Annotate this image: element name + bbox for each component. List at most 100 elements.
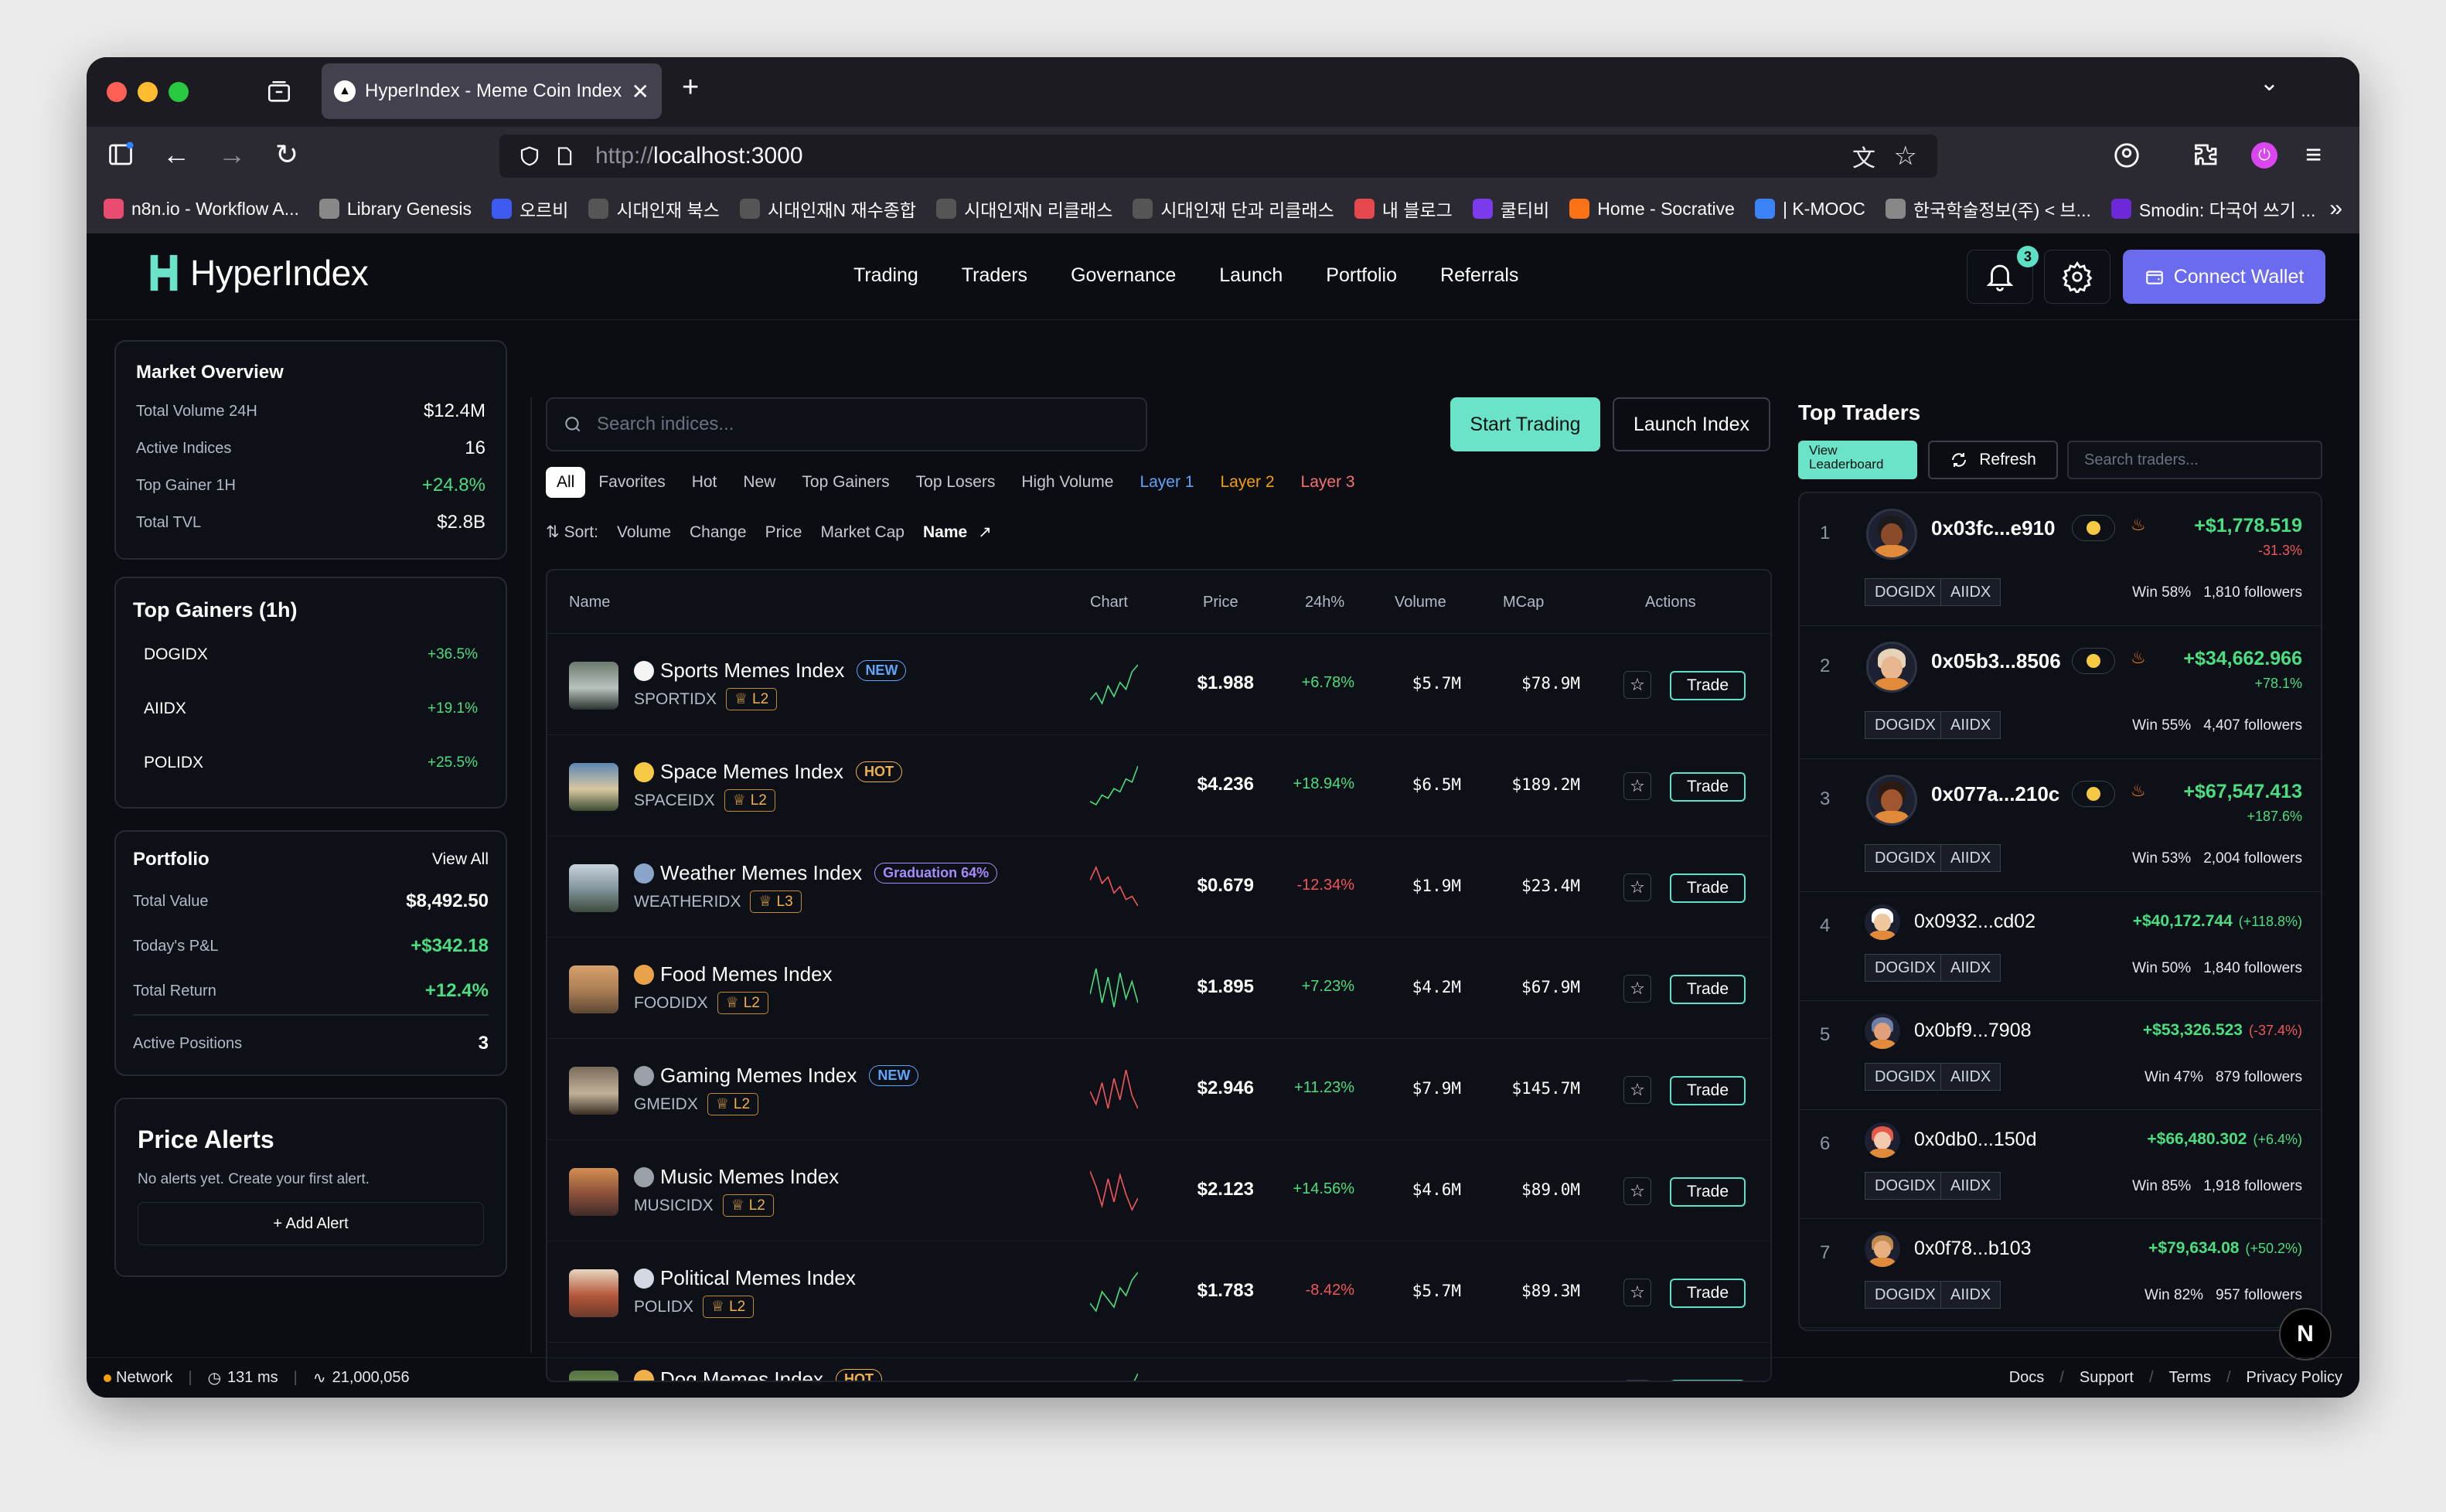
trader-row[interactable]: 3 0x077a...210c ♨ +$67,547.413 +187.6% DOGIDX… bbox=[1800, 759, 2321, 892]
filter-hot[interactable]: Hot bbox=[679, 467, 731, 498]
view-all-link[interactable]: View All bbox=[432, 850, 489, 869]
favorite-star-button[interactable]: ☆ bbox=[1623, 772, 1651, 800]
bookmark-item[interactable]: Library Genesis bbox=[319, 199, 472, 220]
account-icon[interactable] bbox=[2112, 141, 2141, 170]
favorite-star-button[interactable]: ☆ bbox=[1623, 671, 1651, 699]
gainer-row[interactable]: DOGIDX +36.5% bbox=[133, 645, 489, 664]
table-row[interactable]: Sports Memes Index NEW SPORTIDX ♕ L2 $1.988 +6… bbox=[547, 634, 1770, 735]
bookmark-star-icon[interactable]: ☆ bbox=[1894, 141, 1917, 172]
bookmark-item[interactable]: 내 블로그 bbox=[1354, 196, 1453, 222]
footer-link-support[interactable]: Support bbox=[2080, 1369, 2134, 1387]
filter-layer-2[interactable]: Layer 2 bbox=[1208, 467, 1288, 498]
favorite-star-button[interactable]: ☆ bbox=[1623, 873, 1651, 901]
page-info-icon[interactable] bbox=[554, 145, 575, 168]
back-arrow-icon[interactable]: ← bbox=[162, 138, 190, 172]
filter-layer-1[interactable]: Layer 1 bbox=[1126, 467, 1207, 498]
close-tab-icon[interactable]: ✕ bbox=[632, 79, 649, 104]
view-leaderboard-button[interactable]: View Leaderboard bbox=[1798, 441, 1917, 479]
logo[interactable]: HyperIndex bbox=[145, 252, 369, 294]
gainer-row[interactable]: POLIDX +25.5% bbox=[133, 754, 489, 772]
trader-row[interactable]: 1 0x03fc...e910 ♨ +$1,778.519 -31.3% DOGIDX AI… bbox=[1800, 493, 2321, 626]
new-tab-button[interactable]: + bbox=[682, 71, 699, 104]
profile-extension-icon[interactable]: ⏻ bbox=[2251, 142, 2277, 169]
bookmark-item[interactable]: 한국학술정보(주) < 브... bbox=[1885, 196, 2091, 222]
launch-index-button[interactable]: Launch Index bbox=[1613, 397, 1770, 451]
filter-new[interactable]: New bbox=[730, 467, 789, 498]
trade-button[interactable]: Trade bbox=[1670, 975, 1746, 1004]
filter-favorites[interactable]: Favorites bbox=[585, 467, 678, 498]
table-row[interactable]: Food Memes Index FOODIDX ♕ L2 $1.895 +7.23% $4… bbox=[547, 938, 1770, 1039]
sort-market-cap[interactable]: Market Cap bbox=[820, 523, 904, 542]
trader-row[interactable]: 4 0x0932...cd02 +$40,172.744 (+118.8%) DOGID… bbox=[1800, 892, 2321, 1001]
sort-price[interactable]: Price bbox=[765, 523, 802, 542]
trade-button[interactable]: Trade bbox=[1670, 772, 1746, 802]
minimize-window-button[interactable] bbox=[138, 82, 158, 102]
filter-top-gainers[interactable]: Top Gainers bbox=[789, 467, 902, 498]
nav-trading[interactable]: Trading bbox=[853, 264, 918, 287]
bookmark-item[interactable]: n8n.io - Workflow A... bbox=[104, 199, 299, 220]
forward-arrow-icon[interactable]: → bbox=[218, 138, 246, 172]
filter-high-volume[interactable]: High Volume bbox=[1008, 467, 1126, 498]
favorite-star-button[interactable]: ☆ bbox=[1623, 1177, 1651, 1205]
footer-link-privacy-policy[interactable]: Privacy Policy bbox=[2247, 1369, 2342, 1387]
trader-row[interactable]: 2 0x05b3...8506 ♨ +$34,662.966 +78.1% DOGIDX A… bbox=[1800, 626, 2321, 759]
browser-tab[interactable]: ▲ HyperIndex - Meme Coin Index ✕ bbox=[322, 63, 662, 119]
trade-button[interactable]: Trade bbox=[1670, 1177, 1746, 1207]
bookmark-item[interactable]: 시대인재 단과 리클래스 bbox=[1133, 196, 1334, 222]
table-row[interactable]: Gaming Memes Index NEW GMEIDX ♕ L2 $2.946 +11.… bbox=[547, 1039, 1770, 1140]
favorite-star-button[interactable]: ☆ bbox=[1623, 1279, 1651, 1306]
table-row[interactable]: Political Memes Index POLIDX ♕ L2 $1.783 -8.4… bbox=[547, 1241, 1770, 1343]
table-row[interactable]: Music Memes Index MUSICIDX ♕ L2 $2.123 +14.56… bbox=[547, 1140, 1770, 1241]
reload-icon[interactable]: ↻ bbox=[275, 138, 298, 172]
next-devtools-button[interactable]: N bbox=[2279, 1308, 2332, 1360]
filter-all[interactable]: All bbox=[546, 467, 586, 498]
translate-icon[interactable]: 文 bbox=[1852, 139, 1875, 173]
footer-link-docs[interactable]: Docs bbox=[2009, 1369, 2045, 1387]
favorite-star-button[interactable]: ☆ bbox=[1623, 975, 1651, 1003]
add-alert-button[interactable]: + Add Alert bbox=[138, 1202, 484, 1245]
trade-button[interactable]: Trade bbox=[1670, 873, 1746, 903]
bookmark-item[interactable]: | K-MOOC bbox=[1754, 199, 1865, 220]
nav-governance[interactable]: Governance bbox=[1071, 264, 1176, 287]
nav-referrals[interactable]: Referrals bbox=[1440, 264, 1518, 287]
nav-launch[interactable]: Launch bbox=[1219, 264, 1283, 287]
gainer-row[interactable]: AIIDX +19.1% bbox=[133, 700, 489, 718]
filter-layer-3[interactable]: Layer 3 bbox=[1288, 467, 1368, 498]
bookmark-item[interactable]: Home - Socrative bbox=[1569, 199, 1735, 220]
notifications-button[interactable]: 3 bbox=[1967, 246, 2039, 304]
footer-link-terms[interactable]: Terms bbox=[2169, 1369, 2211, 1387]
close-window-button[interactable] bbox=[107, 82, 127, 102]
bookmark-item[interactable]: 시대인재 북스 bbox=[588, 196, 720, 222]
start-trading-button[interactable]: Start Trading bbox=[1450, 397, 1600, 451]
shield-icon[interactable] bbox=[518, 145, 541, 168]
nav-portfolio[interactable]: Portfolio bbox=[1326, 264, 1397, 287]
bookmark-item[interactable]: Smodin: 다국어 쓰기 ... bbox=[2110, 196, 2315, 222]
trade-button[interactable]: Trade bbox=[1670, 671, 1746, 700]
trader-row[interactable]: 7 0x0f78...b103 +$79,634.08 (+50.2%) DOGIDX A… bbox=[1800, 1219, 2321, 1328]
trade-button[interactable]: Trade bbox=[1670, 1076, 1746, 1105]
trader-row[interactable]: 6 0x0db0...150d +$66,480.302 (+6.4%) DOGIDX A… bbox=[1800, 1110, 2321, 1219]
table-row[interactable]: Weather Memes Index Graduation 64% WEATHER… bbox=[547, 836, 1770, 938]
refresh-button[interactable]: Refresh bbox=[1928, 441, 2058, 479]
trade-button[interactable]: Trade bbox=[1670, 1279, 1746, 1308]
bookmark-item[interactable]: 쿨티비 bbox=[1472, 196, 1549, 222]
chevron-down-icon[interactable]: ⌄ bbox=[2260, 70, 2279, 97]
bookmark-item[interactable]: 시대인재N 재수종합 bbox=[739, 196, 916, 222]
bookmark-item[interactable]: 오르비 bbox=[491, 196, 568, 222]
sort-name[interactable]: Name bbox=[923, 523, 967, 542]
table-row[interactable]: Space Memes Index HOT SPACEIDX ♕ L2 $4.236 +18… bbox=[547, 735, 1770, 836]
more-bookmarks-icon[interactable]: » bbox=[2329, 196, 2342, 222]
nav-traders[interactable]: Traders bbox=[962, 264, 1027, 287]
bookmark-item[interactable]: 시대인재N 리클래스 bbox=[936, 196, 1112, 222]
filter-top-losers[interactable]: Top Losers bbox=[903, 467, 1009, 498]
extensions-icon[interactable] bbox=[2192, 141, 2220, 169]
tab-list-icon[interactable] bbox=[266, 79, 292, 105]
hamburger-menu-icon[interactable]: ≡ bbox=[2305, 138, 2322, 172]
search-indices-input[interactable]: Search indices... bbox=[546, 397, 1147, 451]
maximize-window-button[interactable] bbox=[169, 82, 189, 102]
settings-button[interactable] bbox=[2044, 250, 2110, 304]
address-bar[interactable]: http://localhost:3000 文 ☆ bbox=[499, 135, 1937, 178]
connect-wallet-button[interactable]: Connect Wallet bbox=[2123, 250, 2325, 304]
search-traders-input[interactable]: Search traders... bbox=[2067, 441, 2322, 479]
trader-row[interactable]: 5 0x0bf9...7908 +$53,326.523 (-37.4%) DOGIDX… bbox=[1800, 1001, 2321, 1110]
